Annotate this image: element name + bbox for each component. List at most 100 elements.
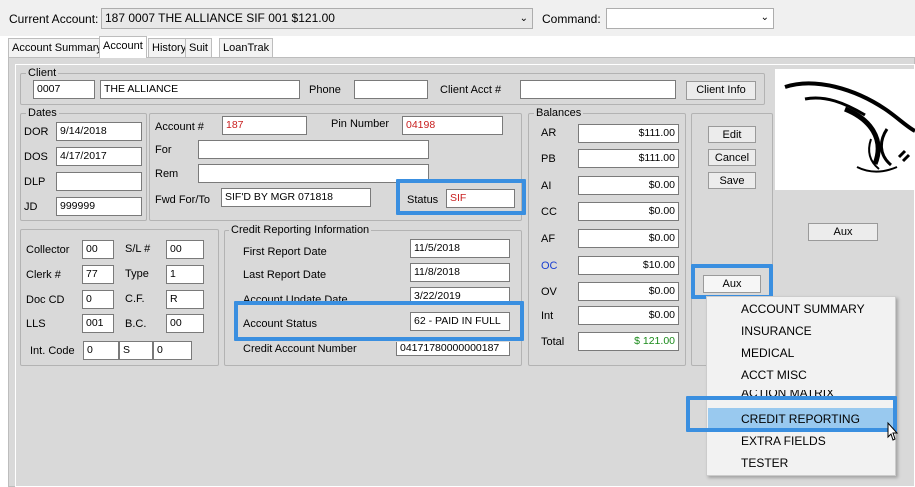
current-account-select[interactable]: 187 0007 THE ALLIANCE SIF 001 $121.00 ⌄ <box>101 8 533 29</box>
cancel-button[interactable]: Cancel <box>708 149 756 166</box>
doc-cd-field[interactable]: 0 <box>82 290 114 309</box>
pin-number-label: Pin Number <box>331 118 390 130</box>
dos-field[interactable]: 4/17/2017 <box>56 147 142 166</box>
balance-label-ov: OV <box>541 286 557 298</box>
save-button[interactable]: Save <box>708 172 756 189</box>
balance-field-ov[interactable]: $0.00 <box>578 282 679 301</box>
type-label: Type <box>125 268 149 280</box>
balances-title: Balances <box>534 107 584 119</box>
account-number-label: Account # <box>155 121 204 133</box>
dos-label: DOS <box>24 151 48 163</box>
aux-menu-item-insurance[interactable]: INSURANCE <box>741 324 812 338</box>
aux-right-button[interactable]: Aux <box>808 223 878 241</box>
tab-account-summary[interactable]: Account Summary <box>8 38 106 58</box>
credit-reporting-title: Credit Reporting Information <box>229 224 372 236</box>
balance-field-af[interactable]: $0.00 <box>578 229 679 248</box>
aux-menu-item-credit-reporting[interactable]: CREDIT REPORTING <box>741 412 860 426</box>
client-name-field[interactable]: THE ALLIANCE <box>100 80 300 99</box>
rem-field[interactable] <box>198 164 429 183</box>
dor-field[interactable]: 9/14/2018 <box>56 122 142 141</box>
dor-label: DOR <box>24 126 49 138</box>
sl-field[interactable]: 00 <box>166 240 204 259</box>
tab-account[interactable]: Account <box>99 36 147 58</box>
jd-field[interactable]: 999999 <box>56 197 142 216</box>
dates-group-title: Dates <box>26 107 59 119</box>
aux-button[interactable]: Aux <box>703 275 761 293</box>
balance-field-cc[interactable]: $0.00 <box>578 202 679 221</box>
collector-field[interactable]: 00 <box>82 240 114 259</box>
command-select[interactable]: ⌄ <box>606 8 774 29</box>
first-report-date-label: First Report Date <box>243 246 327 258</box>
account-status-field[interactable]: 62 - PAID IN FULL <box>410 312 510 331</box>
balance-label-af: AF <box>541 233 556 245</box>
jd-label: JD <box>24 201 38 213</box>
status-label: Status <box>407 194 439 206</box>
cf-field[interactable]: R <box>166 290 204 309</box>
phone-label: Phone <box>309 84 341 96</box>
chevron-down-icon: ⌄ <box>760 12 769 23</box>
lls-label: LLS <box>26 318 46 330</box>
status-field[interactable]: SIF <box>446 189 515 208</box>
balance-label-oc: OC <box>541 260 558 272</box>
account-status-label: Account Status <box>243 318 317 330</box>
type-field[interactable]: 1 <box>166 265 204 284</box>
fwd-for-to-field[interactable]: SIF'D BY MGR 071818 <box>221 188 371 207</box>
doc-cd-label: Doc CD <box>26 294 65 306</box>
account-update-date-label: Account Update Date <box>243 294 348 303</box>
client-info-button[interactable]: Client Info <box>686 81 756 100</box>
client-code-field[interactable]: 0007 <box>33 80 95 99</box>
for-label: For <box>155 144 172 156</box>
balance-field-pb[interactable]: $111.00 <box>578 149 679 168</box>
phone-field[interactable] <box>354 80 428 99</box>
chevron-down-icon: ⌄ <box>519 13 528 24</box>
account-number-field[interactable]: 187 <box>222 116 307 135</box>
client-group-title: Client <box>26 67 59 79</box>
aux-menu-item-acct-misc[interactable]: ACCT MISC <box>741 368 807 382</box>
command-label: Command: <box>542 12 601 26</box>
mouse-cursor-icon <box>887 421 899 441</box>
balance-field-ai[interactable]: $0.00 <box>578 176 679 195</box>
balance-field-total[interactable]: $ 121.00 <box>578 332 679 351</box>
current-account-label: Current Account: <box>9 12 99 26</box>
int-code-field-3[interactable]: 0 <box>153 341 192 360</box>
balance-label-total: Total <box>541 336 565 348</box>
last-report-date-label: Last Report Date <box>243 269 327 281</box>
aux-menu-item-extra-fields[interactable]: EXTRA FIELDS <box>741 434 826 448</box>
bc-label: B.C. <box>125 318 147 330</box>
rem-label: Rem <box>155 168 179 180</box>
balance-field-ar[interactable]: $111.00 <box>578 124 679 143</box>
credit-account-number-field[interactable]: 04171780000000187 <box>396 342 510 356</box>
fwd-for-to-label: Fwd For/To <box>155 194 211 206</box>
last-report-date-field[interactable]: 11/8/2018 <box>410 263 510 282</box>
pin-number-field[interactable]: 04198 <box>402 116 503 135</box>
clerk-field[interactable]: 77 <box>82 265 114 284</box>
balance-field-oc[interactable]: $10.00 <box>578 256 679 275</box>
client-acct-field[interactable] <box>520 80 676 99</box>
tab-loantrak[interactable]: LoanTrak <box>219 38 274 58</box>
aux-menu-item-action-matrix[interactable]: ACTION MATRIX <box>741 390 834 397</box>
aux-menu-item-tester[interactable]: TESTER <box>741 456 788 470</box>
clerk-label: Clerk # <box>26 269 61 281</box>
balance-label-ai: AI <box>541 180 552 192</box>
edit-button[interactable]: Edit <box>708 126 756 143</box>
client-acct-label: Client Acct # <box>440 84 502 96</box>
aux-menu-item-medical[interactable]: MEDICAL <box>741 346 794 360</box>
first-report-date-field[interactable]: 11/5/2018 <box>410 239 510 258</box>
dlp-label: DLP <box>24 176 46 188</box>
account-update-date-field[interactable]: 3/22/2019 <box>410 287 510 302</box>
for-field[interactable] <box>198 140 429 159</box>
tab-suit[interactable]: Suit <box>185 38 212 58</box>
dlp-field[interactable] <box>56 172 142 191</box>
cf-label: C.F. <box>125 293 145 305</box>
balance-label-pb: PB <box>541 153 556 165</box>
int-code-field-2[interactable]: S <box>119 341 153 360</box>
aux-menu-item-account-summary[interactable]: ACCOUNT SUMMARY <box>741 302 865 316</box>
balance-label-cc: CC <box>541 206 557 218</box>
bc-field[interactable]: 00 <box>166 314 204 333</box>
balance-field-int[interactable]: $0.00 <box>578 306 679 325</box>
tab-history[interactable]: History <box>148 38 191 58</box>
int-code-field-1[interactable]: 0 <box>83 341 119 360</box>
aux-menu <box>706 296 896 476</box>
collector-label: Collector <box>26 244 70 256</box>
lls-field[interactable]: 001 <box>82 314 114 333</box>
